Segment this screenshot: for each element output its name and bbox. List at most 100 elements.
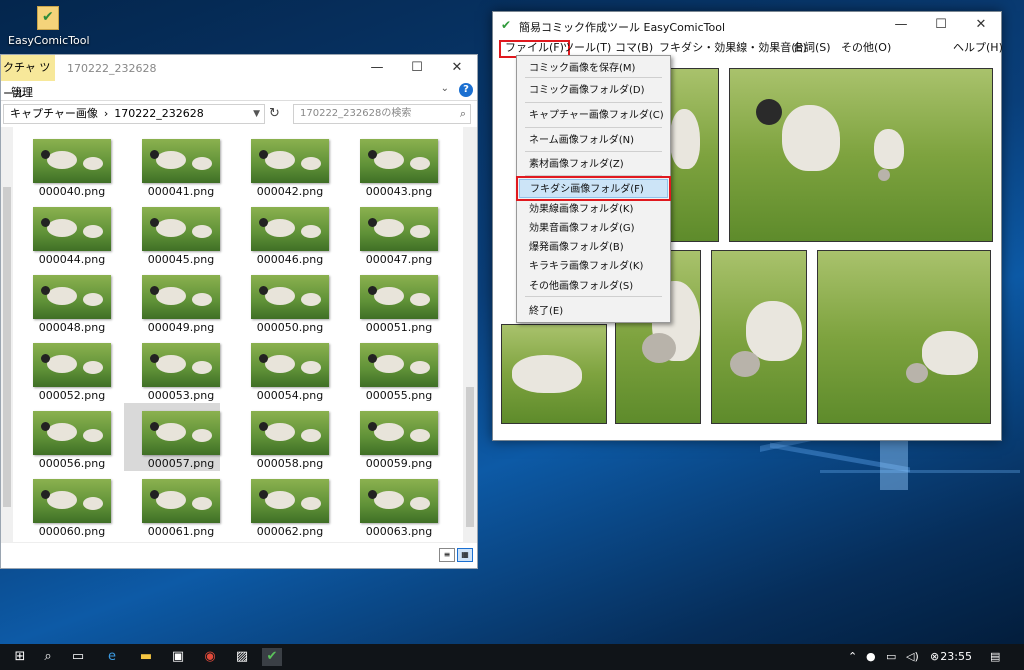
breadcrumb-captures[interactable]: キャプチャー画像 [10, 105, 98, 123]
file-thumbnail-item[interactable]: 000046.png [233, 199, 329, 267]
file-menu-item[interactable]: コミック画像を保存(M) [519, 59, 668, 78]
file-thumbnail-item[interactable]: 000042.png [233, 131, 329, 199]
minimize-button[interactable]: — [357, 55, 397, 81]
comic-panel[interactable] [501, 324, 607, 424]
file-thumbnail-item[interactable]: 000043.png [342, 131, 438, 199]
menu-other[interactable]: その他(O) [837, 40, 895, 58]
details-view-icon[interactable]: ≡ [439, 548, 455, 562]
file-thumbnail-item[interactable]: 000056.png [15, 403, 111, 471]
ribbon-manage-tab[interactable]: 管理 [11, 84, 33, 100]
search-input[interactable]: 170222_232628の検索 ⌕ [293, 104, 471, 124]
file-menu-item[interactable]: キラキラ画像フォルダ(K) [519, 257, 668, 276]
file-menu-item[interactable]: コミック画像フォルダ(D) [519, 81, 668, 100]
comic-panel[interactable] [711, 250, 807, 424]
nav-pane-scrollbar[interactable] [1, 127, 13, 543]
breadcrumb-current-folder[interactable]: 170222_232628 [114, 105, 203, 123]
file-menu-item[interactable]: キャプチャー画像フォルダ(C) [519, 106, 668, 125]
volume-icon[interactable]: ◁) [906, 650, 919, 663]
file-menu-item[interactable]: ネーム画像フォルダ(N) [519, 131, 668, 150]
file-thumbnail-item[interactable]: 000050.png [233, 267, 329, 335]
menu-separator [525, 296, 662, 297]
chevron-down-icon[interactable]: ⌄ [441, 83, 449, 94]
file-label: 000044.png [38, 253, 106, 266]
breadcrumb-separator: › [103, 107, 109, 120]
file-thumbnail-item[interactable]: 000052.png [15, 335, 111, 403]
file-thumbnail-item[interactable]: 000041.png [124, 131, 220, 199]
easycomictool-taskbar-icon[interactable]: ✔ [262, 648, 282, 666]
file-explorer-icon[interactable]: ▬ [136, 648, 156, 666]
people-icon[interactable]: ● [866, 650, 876, 663]
large-icons-view-icon[interactable]: ▦ [457, 548, 473, 562]
start-windows-icon[interactable]: ⊞ [10, 648, 30, 666]
help-icon[interactable]: ? [459, 83, 473, 97]
file-menu-item[interactable]: フキダシ画像フォルダ(F) [516, 176, 671, 201]
photos-app-icon[interactable]: ▨ [232, 648, 252, 666]
search-icon[interactable]: ⌕ [38, 648, 58, 666]
file-thumbnail-item[interactable]: 000058.png [233, 403, 329, 471]
menu-dialogue[interactable]: 台詞(S) [789, 40, 835, 58]
network-icon[interactable]: ▭ [886, 650, 896, 663]
close-button[interactable]: ✕ [437, 55, 477, 81]
menu-help[interactable]: ヘルプ(H) [949, 40, 1007, 58]
file-thumbnail-item[interactable]: 000060.png [15, 471, 111, 539]
file-menu-item[interactable]: 素材画像フォルダ(Z) [519, 155, 668, 174]
sheep-thumbnail-image [251, 479, 329, 523]
comic-panel[interactable] [817, 250, 991, 424]
ribbon-picture-tools-tab[interactable]: クチャ ツール [1, 55, 55, 100]
comic-panel[interactable] [669, 68, 719, 242]
sheep-thumbnail-image [33, 411, 111, 455]
file-label: 000051.png [365, 321, 433, 334]
action-center-icon[interactable]: ▤ [990, 650, 1000, 663]
file-menu-item[interactable]: 効果線画像フォルダ(K) [519, 200, 668, 219]
chevron-up-icon[interactable]: ⌃ [848, 650, 857, 663]
file-thumbnail-item[interactable]: 000048.png [15, 267, 111, 335]
chevron-down-icon[interactable]: ▼ [253, 105, 264, 123]
menu-balloon-effects[interactable]: フキダシ・効果線・効果音(E) [655, 40, 811, 58]
file-thumbnail-item[interactable]: 000063.png [342, 471, 438, 539]
file-thumbnail-item[interactable]: 000040.png [15, 131, 111, 199]
file-label: 000043.png [365, 185, 433, 198]
file-label: 000060.png [38, 525, 106, 538]
close-button[interactable]: ✕ [961, 12, 1001, 38]
file-list-area: 000030.png000037.png000038.png000039.png… [1, 127, 477, 543]
file-list-scrollbar[interactable] [463, 127, 477, 543]
file-menu-item[interactable]: 効果音画像フォルダ(G) [519, 219, 668, 238]
file-thumbnail-item[interactable]: 000059.png [342, 403, 438, 471]
file-thumbnail-item[interactable]: 000051.png [342, 267, 438, 335]
file-thumbnail-item[interactable]: 000057.png [124, 403, 220, 471]
maximize-button[interactable]: ☐ [397, 55, 437, 81]
refresh-icon[interactable]: ↻ [269, 106, 280, 121]
file-thumbnail-item[interactable]: 000054.png [233, 335, 329, 403]
file-label: 000047.png [365, 253, 433, 266]
chrome-icon[interactable]: ◉ [200, 648, 220, 666]
file-thumbnail-item[interactable]: 000045.png [124, 199, 220, 267]
edge-browser-icon[interactable]: e [102, 648, 122, 666]
file-thumbnail-item[interactable]: 000053.png [124, 335, 220, 403]
file-thumbnail-item[interactable]: 000055.png [342, 335, 438, 403]
search-placeholder: 170222_232628の検索 [300, 108, 412, 119]
file-menu-item[interactable]: 爆発画像フォルダ(B) [519, 238, 668, 257]
task-view-icon[interactable]: ▭ [68, 648, 88, 666]
file-menu-item[interactable]: その他画像フォルダ(S) [519, 277, 668, 296]
file-thumbnail-item[interactable]: 000044.png [15, 199, 111, 267]
sheep-thumbnail-image [251, 411, 329, 455]
file-thumbnail-item[interactable]: 000062.png [233, 471, 329, 539]
sheep-thumbnail-image [360, 275, 438, 319]
sheep-thumbnail-image [251, 207, 329, 251]
desktop-shortcut-easycomictool[interactable]: EasyComicTool [8, 6, 90, 47]
sheep-thumbnail-image [360, 343, 438, 387]
file-thumbnail-item[interactable]: 000047.png [342, 199, 438, 267]
minimize-button[interactable]: — [881, 12, 921, 38]
comic-panel[interactable] [729, 68, 993, 242]
file-label: 000063.png [365, 525, 433, 538]
notification-off-icon[interactable]: ⊗ [930, 650, 939, 663]
store-icon[interactable]: ▣ [168, 648, 188, 666]
file-thumbnail-item[interactable]: 000049.png [124, 267, 220, 335]
maximize-button[interactable]: ☐ [921, 12, 961, 38]
file-menu-item[interactable]: 終了(E) [519, 302, 668, 321]
file-thumbnail-item[interactable]: 000061.png [124, 471, 220, 539]
sheep-thumbnail-image [142, 207, 220, 251]
explorer-title: 170222_232628 [67, 62, 157, 75]
address-bar[interactable]: キャプチャー画像 › 170222_232628 ▼ [3, 104, 265, 124]
taskbar-clock[interactable]: 23:55 [940, 650, 972, 663]
